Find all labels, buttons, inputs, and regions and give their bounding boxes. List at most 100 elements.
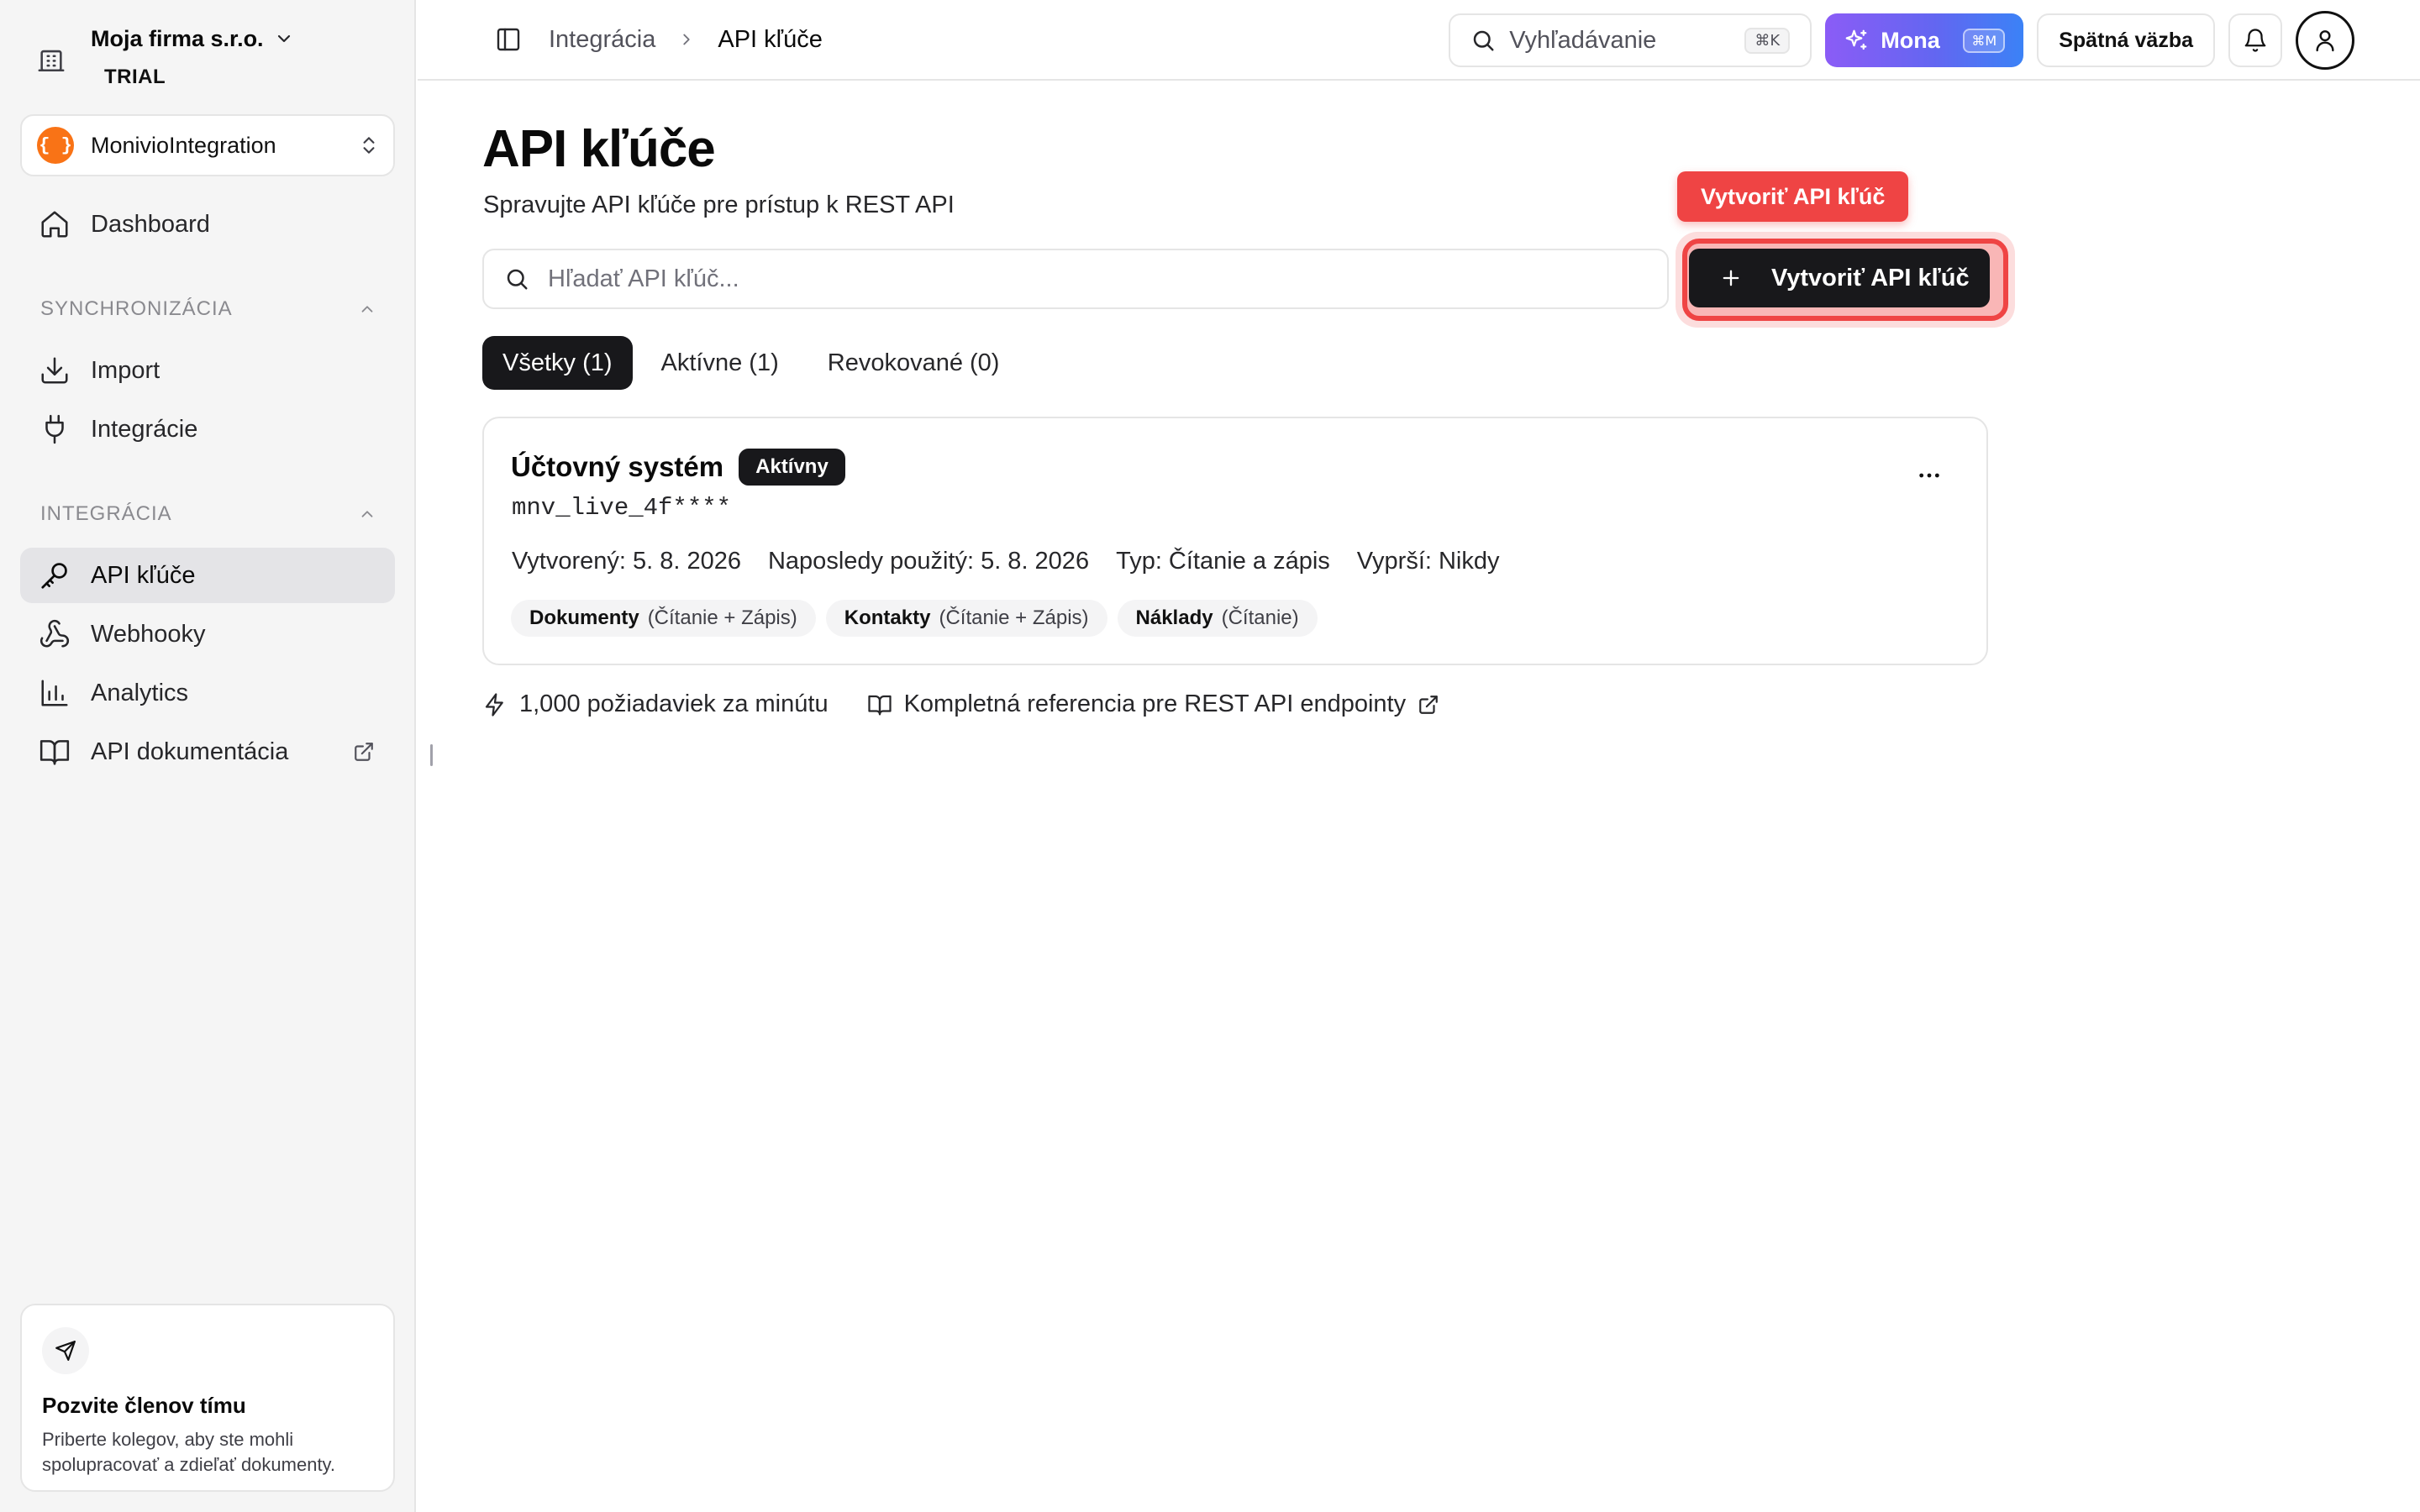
tab-revoked[interactable]: Revokované (0): [808, 336, 1020, 390]
invite-description-line: Priberte kolegov, aby ste mohli: [42, 1429, 294, 1450]
sidebar-item-api-docs[interactable]: API dokumentácia: [20, 724, 395, 780]
webhook-icon: [39, 618, 71, 650]
sidebar-item-webhooky[interactable]: Webhooky: [20, 606, 395, 662]
building-icon: [37, 45, 66, 74]
more-horizontal-icon[interactable]: [1916, 462, 1943, 489]
scope-permission: (Čítanie + Zápis): [939, 606, 1089, 629]
api-key-meta: Vytvorený: 5. 8. 2026 Naposledy použitý:…: [512, 548, 1500, 575]
api-key-search-placeholder: Hľadať API kľúč...: [548, 265, 739, 292]
scope-name: Kontakty: [844, 606, 931, 629]
search-shortcut: ⌘K: [1744, 27, 1791, 54]
mona-shortcut: ⌘M: [1963, 28, 2006, 53]
invite-title: Pozvite členov tímu: [42, 1393, 246, 1418]
chevron-up-icon: [358, 300, 376, 318]
create-button-tooltip: Vytvoriť API kľúč: [1677, 171, 1909, 222]
scope-chip: Náklady (Čítanie): [1117, 600, 1318, 637]
status-badge: Aktívny: [739, 449, 845, 486]
sidebar-resize-handle[interactable]: [430, 744, 433, 766]
section-header-integracia[interactable]: INTEGRÁCIA: [40, 502, 376, 526]
user-icon: [2312, 27, 2338, 54]
mona-label: Mona: [1881, 27, 1940, 53]
chevron-down-icon: [274, 29, 294, 49]
plug-icon: [39, 413, 71, 445]
scope-name: Náklady: [1135, 606, 1213, 629]
download-icon: [39, 354, 71, 386]
sidebar-item-analytics[interactable]: Analytics: [20, 665, 395, 721]
sidebar-item-label: API kľúče: [91, 561, 196, 589]
sidebar-item-label: Dashboard: [91, 210, 210, 238]
sidebar-item-label: API dokumentácia: [91, 738, 289, 765]
book-icon: [39, 736, 71, 768]
zap-icon: [482, 692, 508, 717]
page-subtitle: Spravujte API kľúče pre prístup k REST A…: [483, 192, 955, 218]
sidebar: Moja firma s.r.o. TRIAL { } MonivioInteg…: [0, 0, 416, 1512]
create-api-key-label: Vytvoriť API kľúč: [1771, 264, 1970, 291]
mona-assistant-button[interactable]: Mona ⌘M: [1825, 13, 2024, 67]
tab-active[interactable]: Aktívne (1): [641, 336, 799, 390]
chevrons-up-down-icon: [358, 134, 380, 156]
send-icon: [42, 1327, 89, 1374]
plan-label: TRIAL: [104, 66, 166, 88]
page-title: API kľúče: [482, 120, 716, 178]
rate-limit-text: 1,000 požiadaviek za minútu: [519, 690, 829, 717]
top-header: Integrácia API kľúče Vyhľadávanie ⌘K Mon…: [418, 0, 2420, 81]
user-avatar-button[interactable]: [2296, 11, 2354, 70]
key-icon: [39, 559, 71, 591]
company-name: Moja firma s.r.o.: [91, 26, 264, 51]
notifications-button[interactable]: [2228, 13, 2282, 67]
breadcrumb-current: API kľúče: [718, 25, 823, 53]
section-title: SYNCHRONIZÁCIA: [40, 297, 233, 320]
sidebar-toggle-icon[interactable]: [495, 26, 522, 53]
api-key-search-input[interactable]: Hľadať API kľúč...: [482, 249, 1669, 309]
invite-description: Priberte kolegov, aby ste mohli spolupra…: [42, 1427, 373, 1478]
sidebar-item-label: Webhooky: [91, 620, 206, 648]
feedback-button[interactable]: Spätná väzba: [2037, 13, 2215, 67]
invite-card[interactable]: Pozvite členov tímu Priberte kolegov, ab…: [20, 1304, 395, 1492]
api-info-row: 1,000 požiadaviek za minútu Kompletná re…: [482, 690, 1439, 718]
last-used-date: Naposledy použitý: 5. 8. 2026: [767, 548, 1090, 575]
workspace-switcher[interactable]: { } MonivioIntegration: [20, 114, 395, 176]
sidebar-item-label: Integrácie: [91, 415, 198, 443]
workspace-logo: { }: [37, 127, 74, 164]
scope-name: Dokumenty: [529, 606, 639, 629]
sidebar-item-import[interactable]: Import: [20, 343, 395, 398]
external-link-icon: [353, 741, 375, 763]
section-title: INTEGRÁCIA: [40, 502, 172, 525]
scope-permission: (Čítanie): [1221, 606, 1299, 629]
sidebar-item-label: Import: [91, 356, 160, 384]
chevron-right-icon: [677, 30, 696, 49]
api-key-name: Účtovný systém: [511, 451, 724, 482]
home-icon: [39, 208, 71, 240]
global-search[interactable]: Vyhľadávanie ⌘K: [1449, 13, 1812, 67]
rate-limit-info: 1,000 požiadaviek za minútu: [482, 690, 829, 718]
scope-permission: (Čítanie + Zápis): [647, 606, 797, 629]
bar-chart-icon: [39, 677, 71, 709]
scope-chip: Dokumenty (Čítanie + Zápis): [511, 600, 816, 637]
external-link-icon: [1418, 694, 1439, 716]
breadcrumb-integracia[interactable]: Integrácia: [549, 26, 655, 54]
plus-icon: [1719, 266, 1743, 290]
status-tabs: Všetky (1) Aktívne (1) Revokované (0): [482, 336, 1019, 390]
api-reference-link[interactable]: Kompletná referencia pre REST API endpoi…: [867, 690, 1440, 718]
bell-icon: [2243, 28, 2268, 53]
workspace-name: MonivioIntegration: [91, 132, 276, 158]
sidebar-item-integracie[interactable]: Integrácie: [20, 402, 395, 457]
expires: Vyprší: Nikdy: [1356, 548, 1500, 575]
scope-list: Dokumenty (Čítanie + Zápis) Kontakty (Čí…: [511, 600, 1318, 637]
invite-description-line: spolupracovať a zdieľať dokumenty.: [42, 1454, 336, 1475]
section-header-sync[interactable]: SYNCHRONIZÁCIA: [40, 297, 376, 321]
api-key-masked: mnv_live_4f****: [512, 494, 732, 522]
sparkles-icon: [1844, 28, 1869, 53]
global-search-placeholder: Vyhľadávanie: [1509, 26, 1657, 54]
key-type: Typ: Čítanie a zápis: [1116, 548, 1330, 575]
create-api-key-button[interactable]: Vytvoriť API kľúč: [1689, 249, 1990, 307]
sidebar-item-api-keys[interactable]: API kľúče: [20, 548, 395, 603]
search-icon: [504, 266, 529, 291]
company-switcher[interactable]: Moja firma s.r.o. TRIAL: [37, 20, 294, 89]
tab-all[interactable]: Všetky (1): [482, 336, 633, 390]
api-key-card: Účtovný systém Aktívny mnv_live_4f**** V…: [482, 417, 1988, 665]
sidebar-item-dashboard[interactable]: Dashboard: [20, 197, 395, 252]
api-reference-text: Kompletná referencia pre REST API endpoi…: [903, 690, 1407, 717]
search-icon: [1470, 28, 1496, 53]
sidebar-item-label: Analytics: [91, 679, 189, 706]
